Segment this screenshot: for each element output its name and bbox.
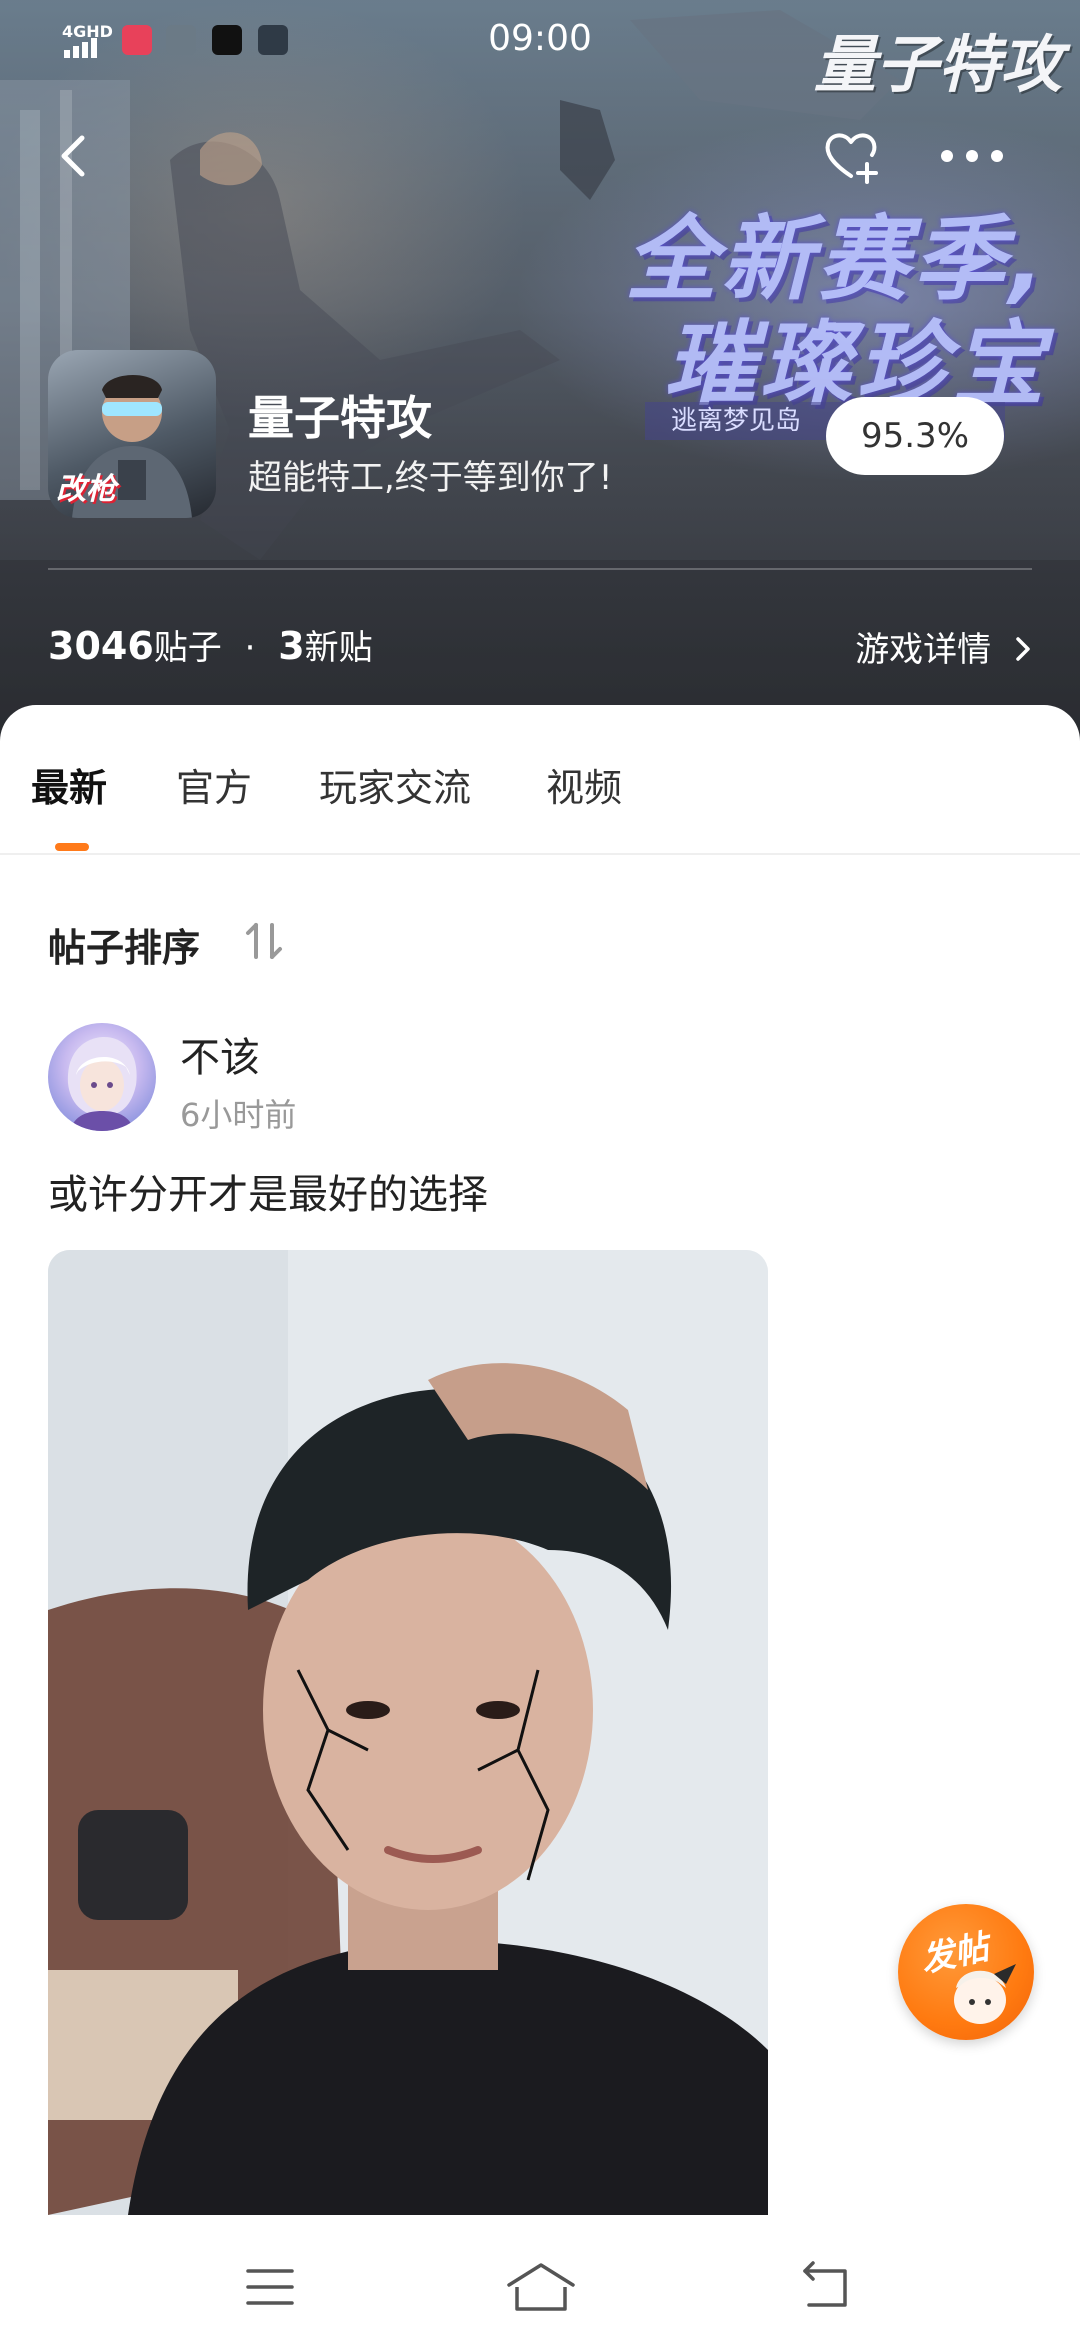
header-divider [48, 568, 1032, 570]
more-dots-icon [941, 150, 1003, 162]
more-button[interactable] [935, 140, 1009, 172]
tab-player-chat[interactable]: 玩家交流 [319, 757, 471, 812]
tab-video[interactable]: 视频 [546, 757, 622, 812]
chevron-left-icon [61, 135, 85, 177]
chevron-right-icon [1016, 637, 1030, 661]
game-details-label: 游戏详情 [855, 630, 992, 670]
avatar-art [67, 1037, 137, 1131]
rating-badge[interactable]: 95.3% [826, 397, 1004, 475]
active-tab-indicator [55, 843, 89, 851]
game-header: 全新赛季, 璀璨珍宝 逃离梦见岛 量子特攻 4GHD 09:00 改枪 量子特攻… [0, 0, 1080, 760]
sort-arrows-icon[interactable] [242, 919, 286, 963]
new-posts-label: 新贴 [304, 628, 373, 668]
game-slogan: 超能特工,终于等到你了! [248, 458, 613, 498]
system-navigation-bar [0, 2235, 1080, 2340]
post-photo-art [48, 1250, 768, 2215]
game-icon: 改枪 [48, 350, 216, 518]
posts-count: 3046 [48, 624, 154, 668]
forum-stats: 3046贴子 · 3新贴 [48, 620, 373, 669]
home-icon [507, 2263, 575, 2311]
menu-icon [246, 2269, 294, 2305]
game-details-link[interactable]: 游戏详情 [855, 622, 1034, 671]
new-posts-count: 3 [278, 624, 305, 668]
posts-label: 贴子 [153, 628, 222, 668]
post-time: 6小时前 [180, 1096, 297, 1134]
home-button[interactable] [505, 2257, 577, 2317]
system-back-button[interactable] [795, 2257, 855, 2317]
tab-bar: 最新 官方 玩家交流 视频 [0, 705, 1080, 855]
sort-label[interactable]: 帖子排序 [48, 917, 200, 972]
tab-latest[interactable]: 最新 [31, 757, 107, 812]
author-name[interactable]: 不该 [180, 1025, 260, 1083]
menu-button[interactable] [240, 2257, 300, 2317]
game-icon-tag: 改枪 [56, 472, 116, 507]
stats-separator: · [244, 628, 256, 668]
mascot-icon [954, 1964, 1016, 2024]
tab-official[interactable]: 官方 [176, 757, 252, 812]
back-icon [803, 2261, 847, 2307]
heart-plus-icon [825, 133, 878, 184]
game-title: 量子特攻 [248, 391, 432, 445]
status-time: 09:00 [488, 18, 592, 59]
post-text[interactable]: 或许分开才是最好的选择 [48, 1162, 488, 1220]
follow-button[interactable] [820, 124, 882, 186]
status-bar: 4GHD 09:00 [0, 0, 1080, 80]
create-post-button[interactable]: 发帖 [898, 1904, 1034, 2040]
post-image[interactable] [48, 1250, 768, 2215]
back-button[interactable] [44, 126, 104, 186]
author-avatar[interactable] [48, 1023, 156, 1131]
